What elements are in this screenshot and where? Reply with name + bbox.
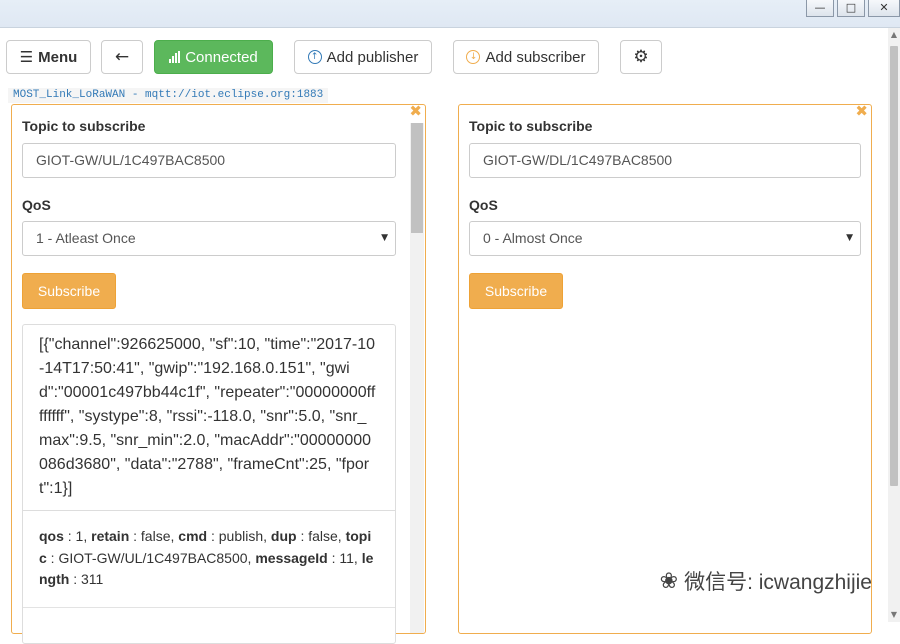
qos-selected-value: 0 - Almost Once — [483, 230, 583, 246]
meta-messageid-value: : 11, — [327, 549, 362, 566]
add-publisher-label: Add publisher — [326, 48, 419, 66]
gear-icon: ⚙ — [633, 47, 649, 67]
meta-retain-value: : false, — [129, 528, 179, 544]
topic-label: Topic to subscribe — [469, 118, 593, 134]
panel-scrollbar-thumb[interactable] — [411, 123, 423, 233]
qos-selected-value: 1 - Atleast Once — [36, 230, 136, 246]
hamburger-icon: ☰ — [19, 48, 34, 66]
close-window-button[interactable]: ✕ — [868, 0, 900, 17]
qos-select[interactable]: 1 - Atleast Once ▼ — [22, 221, 396, 256]
topic-input[interactable]: GIOT-GW/DL/1C497BAC8500 — [469, 143, 861, 178]
watermark: ❀ 微信号: icwangzhijie — [660, 566, 872, 596]
connected-button[interactable]: Connected — [154, 40, 273, 74]
watermark-text: 微信号: icwangzhijie — [684, 571, 872, 594]
window-titlebar: — □ ✕ — [0, 0, 900, 28]
upload-circle-icon: ↑ — [307, 50, 322, 64]
caret-down-icon: ▼ — [381, 233, 388, 243]
qos-label: QoS — [469, 197, 498, 213]
meta-retain-key: retain — [91, 528, 130, 544]
message-meta: qos : 1, retain : false, cmd : publish, … — [23, 510, 395, 595]
menu-button[interactable]: ☰ Menu — [6, 40, 91, 74]
toolbar: ☰ Menu ← Connected ↑ Add publisher ↓ Add… — [6, 40, 662, 74]
subscriber-panel-1: ✖ Topic to subscribe GIOT-GW/UL/1C497BAC… — [11, 102, 426, 644]
meta-dup-key: dup — [270, 528, 297, 544]
topic-label: Topic to subscribe — [22, 118, 146, 134]
page-scrollbar[interactable]: ▲ ▼ — [887, 28, 900, 622]
meta-qos-key: qos — [39, 528, 64, 544]
qos-label: QoS — [22, 197, 51, 213]
meta-topic-value: : GIOT-GW/UL/1C497BAC8500, — [46, 549, 256, 566]
window-controls: — □ ✕ — [806, 0, 900, 17]
panel-scrollbar[interactable] — [410, 123, 424, 633]
meta-length-value: : 311 — [69, 571, 104, 587]
page-scrollbar-thumb[interactable] — [890, 46, 898, 486]
message-card: [{"channel":926625000, "sf":10, "time":"… — [22, 324, 396, 644]
wechat-icon: ❀ — [659, 568, 679, 594]
meta-messageid-key: messageId — [255, 549, 328, 566]
topic-input[interactable]: GIOT-GW/UL/1C497BAC8500 — [22, 143, 396, 178]
close-icon[interactable]: ✖ — [855, 102, 868, 120]
connection-label: MOST_Link_LoRaWAN - mqtt://iot.eclipse.o… — [8, 88, 329, 103]
meta-dup-value: : false, — [296, 528, 346, 544]
add-publisher-button[interactable]: ↑ Add publisher — [294, 40, 432, 74]
subscribe-button[interactable]: Subscribe — [22, 273, 116, 309]
scroll-up-arrow-icon[interactable]: ▲ — [888, 30, 900, 42]
menu-label: Menu — [38, 48, 78, 66]
arrow-left-icon: ← — [114, 47, 130, 67]
subscribe-button[interactable]: Subscribe — [469, 273, 563, 309]
connected-label: Connected — [185, 48, 258, 66]
settings-button[interactable]: ⚙ — [620, 40, 662, 74]
signal-bars-icon — [169, 51, 181, 63]
add-subscriber-button[interactable]: ↓ Add subscriber — [453, 40, 599, 74]
app: ☰ Menu ← Connected ↑ Add publisher ↓ Add… — [0, 28, 888, 644]
caret-down-icon: ▼ — [846, 233, 853, 243]
meta-cmd-key: cmd — [178, 528, 208, 544]
meta-cmd-value: : publish, — [207, 528, 271, 544]
subscriber-panel-2: ✖ Topic to subscribe GIOT-GW/DL/1C497BAC… — [458, 102, 872, 634]
scroll-down-arrow-icon[interactable]: ▼ — [888, 610, 900, 622]
back-button[interactable]: ← — [101, 40, 143, 74]
restore-button[interactable]: □ — [837, 0, 865, 17]
qos-select[interactable]: 0 - Almost Once ▼ — [469, 221, 861, 256]
divider — [23, 607, 395, 608]
add-subscriber-label: Add subscriber — [485, 48, 586, 66]
meta-qos-value: : 1, — [63, 528, 92, 544]
close-icon[interactable]: ✖ — [409, 102, 422, 120]
download-circle-icon: ↓ — [466, 50, 481, 64]
minimize-button[interactable]: — — [806, 0, 834, 17]
message-payload: [{"channel":926625000, "sf":10, "time":"… — [39, 336, 376, 497]
